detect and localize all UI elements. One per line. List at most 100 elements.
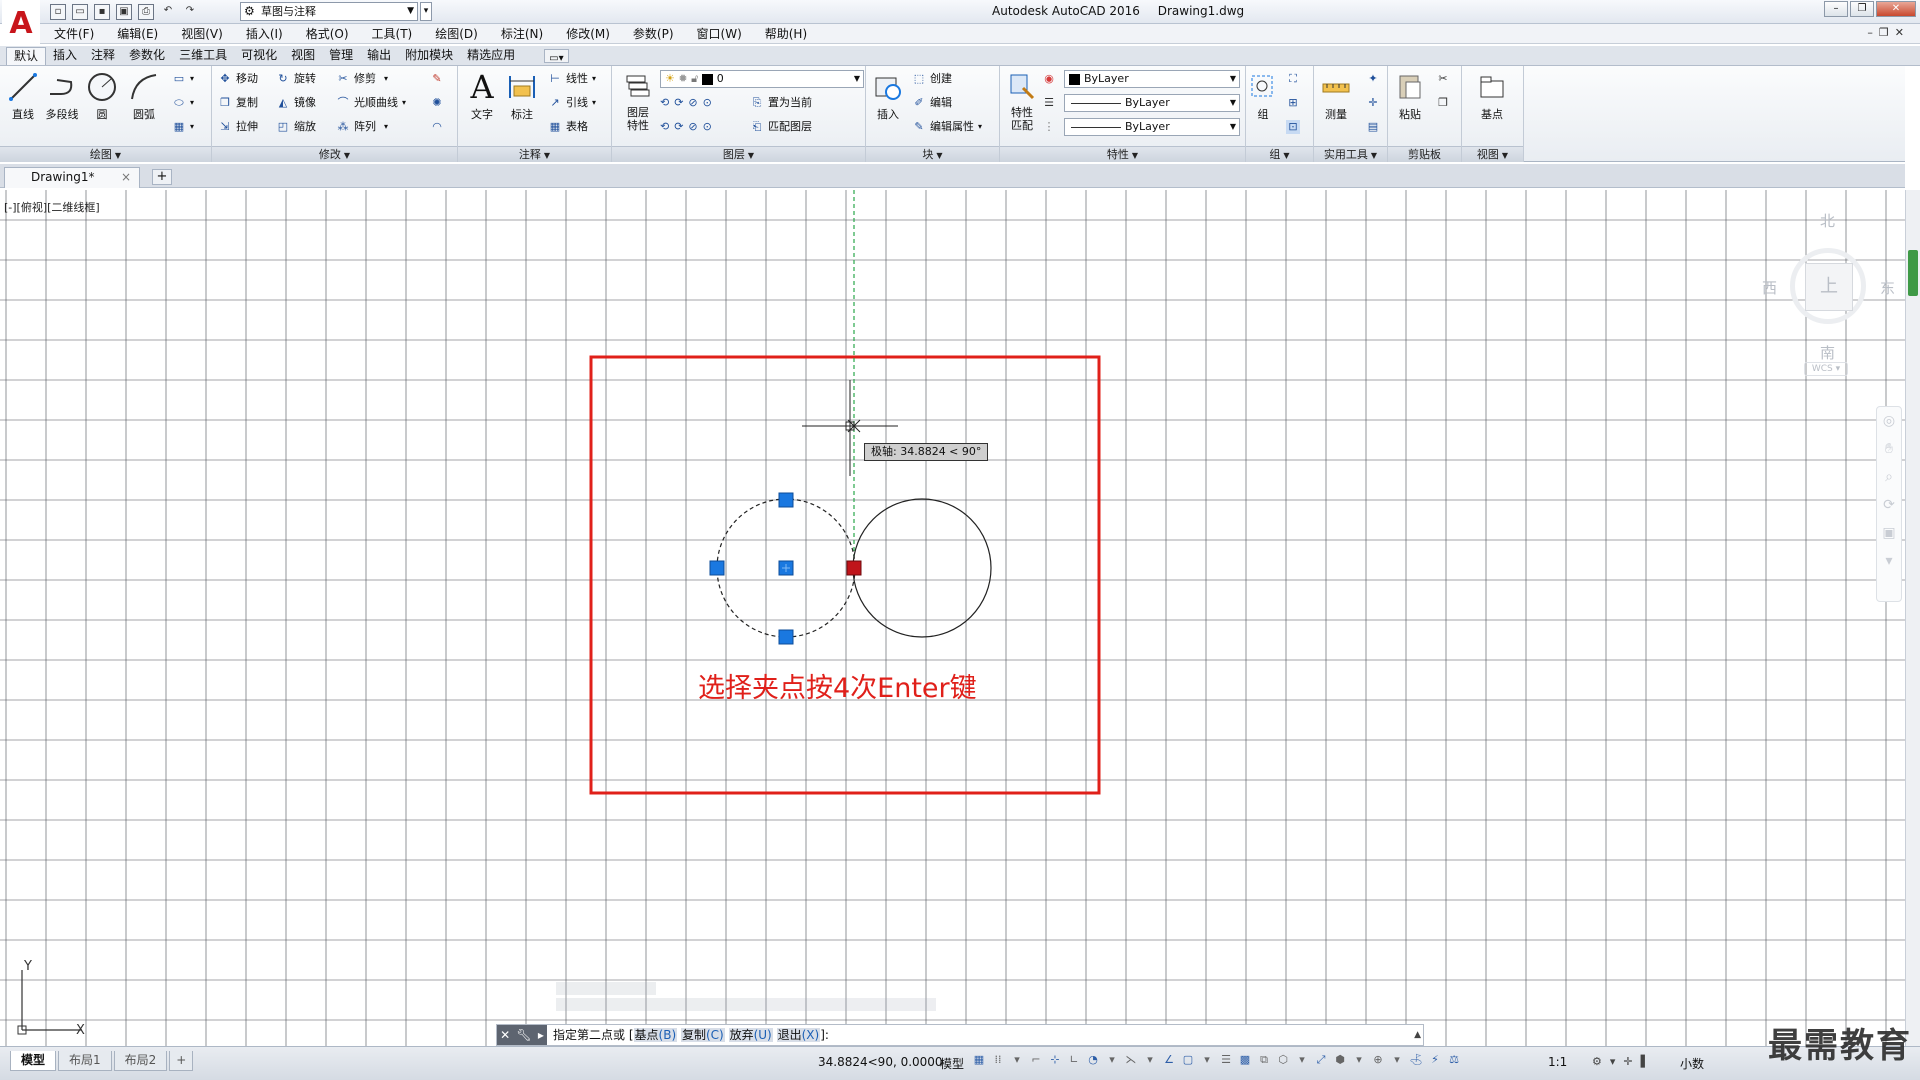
isodraft-menu-icon[interactable]: ▾ <box>1143 1053 1157 1067</box>
menu-dimension[interactable]: 标注(N) <box>501 25 543 42</box>
menu-modify[interactable]: 修改(M) <box>566 25 610 42</box>
tab-featured-apps[interactable]: 精选应用 <box>460 47 522 65</box>
model-space-button[interactable]: 模型 <box>940 1055 964 1072</box>
annotation-visibility-icon[interactable]: ⛳︎ <box>1409 1053 1423 1067</box>
tab-default[interactable]: 默认 <box>6 47 47 65</box>
copy-clip-button[interactable]: ❐ <box>1436 94 1454 112</box>
minimize-button[interactable]: – <box>1824 1 1848 17</box>
color-icon-button[interactable]: ◉ <box>1042 70 1060 88</box>
panel-utilities-footer[interactable]: 实用工具 ▼ <box>1314 146 1387 162</box>
tab-view[interactable]: 视图 <box>284 47 322 65</box>
tab-insert[interactable]: 插入 <box>46 47 84 65</box>
menu-help[interactable]: 帮助(H) <box>765 25 807 42</box>
cut-button[interactable]: ✂ <box>1436 70 1454 88</box>
new-file-icon[interactable]: ▫ <box>50 4 66 20</box>
grip-left[interactable] <box>709 560 725 576</box>
table-button[interactable]: ▦ 表格 <box>548 118 588 136</box>
wrench-icon[interactable]: 🔧︎ <box>516 1028 531 1042</box>
snap-menu-icon[interactable]: ▾ <box>1010 1053 1024 1067</box>
circle-button[interactable]: 圆 <box>82 70 122 122</box>
line-button[interactable]: 直线 <box>3 70 43 122</box>
layout-tab-2[interactable]: 布局2 <box>113 1051 168 1071</box>
units-value[interactable]: 小数 <box>1680 1055 1704 1072</box>
polyline-button[interactable]: 多段线 <box>42 70 82 122</box>
layer-properties-button[interactable]: 图层特性 <box>614 70 662 132</box>
document-window-controls[interactable]: –❐✕ <box>1867 26 1910 39</box>
panel-groups-footer[interactable]: 组 ▼ <box>1246 146 1313 162</box>
app-menu-button[interactable]: A <box>2 0 40 48</box>
offset-button[interactable]: ◠ <box>430 118 448 136</box>
copy-button[interactable]: ❐ 复制 <box>218 94 258 112</box>
auto-scale-icon[interactable]: ⚡︎ <box>1428 1053 1442 1067</box>
tab-addins[interactable]: 附加模块 <box>398 47 460 65</box>
tab-visualize[interactable]: 可视化 <box>234 47 284 65</box>
selection-filter-menu-icon[interactable]: ▾ <box>1352 1053 1366 1067</box>
command-prompt[interactable]: 指定第二点或 [基点(B) 复制(C) 放弃(U) 退出(X)]: <box>553 1025 829 1045</box>
coordinate-readout[interactable]: 34.8824<90, 0.0000 <box>818 1055 943 1069</box>
layer-tools-row-2[interactable]: ⟲⟳⊘⊙ <box>660 118 717 136</box>
dynamic-ucs-icon[interactable]: ⤢ <box>1314 1053 1328 1067</box>
layout-tab-1[interactable]: 布局1 <box>58 1051 112 1071</box>
menu-file[interactable]: 文件(F) <box>54 25 94 42</box>
color-dropdown[interactable]: ByLayer ▼ <box>1064 70 1240 88</box>
command-prompt-icon[interactable]: ▸ <box>538 1028 544 1042</box>
insert-block-button[interactable]: 插入 <box>868 70 908 122</box>
lineweight-icon-button[interactable]: ☰ <box>1042 94 1060 112</box>
grip-hot-right[interactable] <box>846 560 862 576</box>
steering-wheel-icon[interactable]: ◎ <box>1877 407 1901 435</box>
gizmo-menu-icon[interactable]: ▾ <box>1390 1053 1404 1067</box>
viewport-controls[interactable]: [-][俯视][二维线框] <box>4 199 100 215</box>
viewcube[interactable]: 上 北 南 西 东 WCS ▾ <box>1752 210 1902 376</box>
3d-osnap-icon[interactable]: ⬡ <box>1276 1053 1290 1067</box>
ortho-icon[interactable]: ∟ <box>1067 1053 1081 1067</box>
grip-top[interactable] <box>778 492 794 508</box>
lineweight-dropdown[interactable]: ByLayer ▼ <box>1064 94 1240 112</box>
wcs-menu[interactable]: WCS ▾ <box>1804 362 1848 376</box>
ellipse-button[interactable]: ⬭ ▾ <box>172 94 194 112</box>
panel-block-footer[interactable]: 块 ▼ <box>866 146 999 162</box>
group-select-button[interactable]: ⊡ <box>1286 118 1304 136</box>
close-tab-icon[interactable]: × <box>121 168 131 187</box>
erase-button[interactable]: ✎ <box>430 70 448 88</box>
base-view-button[interactable]: 基点 <box>1472 70 1512 122</box>
option-exit[interactable]: 退出(X) <box>776 1028 821 1042</box>
save-icon[interactable]: ▪ <box>94 4 110 20</box>
orbit-icon[interactable]: ⟳ <box>1877 491 1901 519</box>
ribbon-minimize-button[interactable]: ▭▾ <box>544 49 569 64</box>
ungroup-button[interactable]: ⛶ <box>1286 70 1304 88</box>
option-copy[interactable]: 复制(C) <box>680 1028 725 1042</box>
grid-toggle-icon[interactable]: ▦ <box>972 1053 986 1067</box>
menu-edit[interactable]: 编辑(E) <box>117 25 158 42</box>
linetype-icon-button[interactable]: ⋮ <box>1042 118 1060 136</box>
qat-customize-button[interactable]: ▾ <box>420 2 432 21</box>
menu-parametric[interactable]: 参数(P) <box>633 25 674 42</box>
compass-west[interactable]: 西 <box>1762 277 1777 298</box>
menu-view[interactable]: 视图(V) <box>181 25 223 42</box>
compass-south[interactable]: 南 <box>1820 342 1835 363</box>
menu-tools[interactable]: 工具(T) <box>372 25 413 42</box>
linear-dim-button[interactable]: ⊢ 线性 ▾ <box>548 70 596 88</box>
tab-manage[interactable]: 管理 <box>322 47 360 65</box>
menu-draw[interactable]: 绘图(D) <box>435 25 478 42</box>
tab-annotate[interactable]: 注释 <box>84 47 122 65</box>
lineweight-toggle-icon[interactable]: ☰ <box>1219 1053 1233 1067</box>
paste-button[interactable]: 粘贴 <box>1390 70 1430 122</box>
dynamic-input-icon[interactable]: ⊹ <box>1048 1053 1062 1067</box>
scroll-thumb[interactable] <box>1908 250 1918 296</box>
edit-block-button[interactable]: ✐ 编辑 <box>912 94 952 112</box>
menu-format[interactable]: 格式(O) <box>306 25 349 42</box>
measure-button[interactable]: 测量 <box>1316 70 1356 122</box>
annotation-scale-icon[interactable]: ⚖︎ <box>1447 1053 1461 1067</box>
mirror-button[interactable]: ◭ 镜像 <box>276 94 316 112</box>
dimension-button[interactable]: 标注 <box>502 70 542 122</box>
undo-icon[interactable]: ↶ <box>160 4 176 20</box>
compass-north[interactable]: 北 <box>1820 210 1835 231</box>
selection-cycling-icon[interactable]: ⧉ <box>1257 1053 1271 1067</box>
option-base-point[interactable]: 基点(B) <box>633 1028 678 1042</box>
viewcube-top-face[interactable]: 上 <box>1805 263 1853 311</box>
trim-button[interactable]: ✂ 修剪 ▾ <box>336 70 388 88</box>
group-edit-button[interactable]: ⊞ <box>1286 94 1304 112</box>
redo-icon[interactable]: ↷ <box>182 4 198 20</box>
close-button[interactable]: ✕ <box>1876 1 1916 17</box>
command-history-toggle[interactable]: ▲ <box>1414 1025 1421 1045</box>
